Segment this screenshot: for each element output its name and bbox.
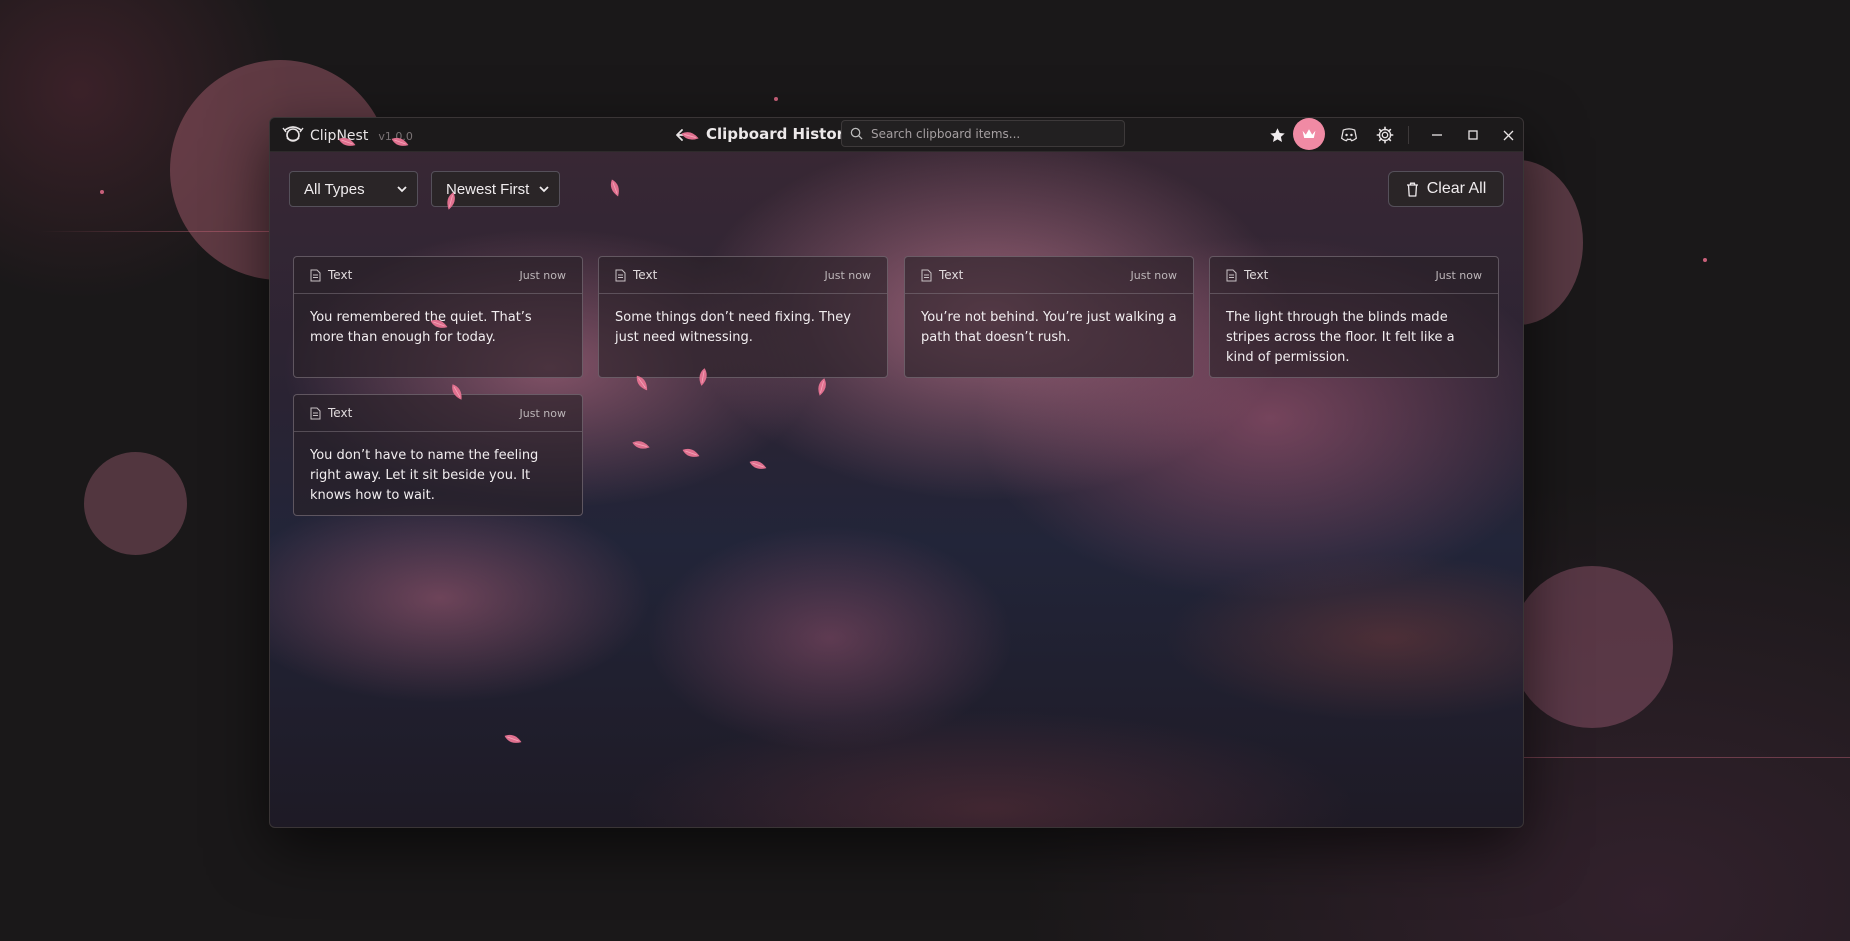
decor-line [40, 231, 270, 232]
maximize-icon [1468, 130, 1478, 140]
clip-card[interactable]: Text Just now You’re not behind. You’re … [904, 256, 1194, 378]
chevron-down-icon [397, 186, 407, 193]
clip-type: Text [1244, 268, 1269, 282]
clip-card-header: Text Just now [1210, 257, 1498, 294]
document-icon [310, 407, 321, 419]
type-filter-select[interactable]: All Types [289, 171, 418, 207]
decor-circle [1511, 566, 1673, 728]
clip-card-header: Text Just now [294, 257, 582, 294]
search-input[interactable] [869, 125, 1113, 142]
maximize-button[interactable] [1462, 124, 1484, 146]
clear-all-button[interactable]: Clear All [1388, 171, 1504, 207]
decor-circle [84, 452, 187, 555]
petal-icon [682, 448, 700, 457]
clip-content: You don’t have to name the feeling right… [310, 448, 539, 503]
clip-timestamp: Just now [519, 406, 566, 420]
clip-timestamp: Just now [519, 268, 566, 282]
clip-type: Text [328, 406, 353, 420]
type-filter-value: All Types [304, 180, 365, 198]
clip-timestamp: Just now [1130, 268, 1177, 282]
clip-type: Text [939, 268, 964, 282]
trash-icon [1406, 182, 1418, 197]
minimize-icon [1432, 134, 1442, 136]
petal-icon [504, 734, 522, 743]
document-icon [921, 269, 932, 281]
search-icon [850, 127, 863, 140]
search-box[interactable] [841, 120, 1125, 147]
clip-card[interactable]: Text Just now You don’t have to name the… [293, 394, 583, 516]
clip-content: The light through the blinds made stripe… [1226, 310, 1455, 365]
toolbar-divider [1408, 126, 1409, 144]
clip-content: You’re not behind. You’re just walking a… [921, 310, 1177, 345]
clip-timestamp: Just now [824, 268, 871, 282]
decor-dot [774, 97, 778, 101]
clip-card[interactable]: Text Just now Some things don’t need fix… [598, 256, 888, 378]
clip-card-header: Text Just now [905, 257, 1193, 294]
petal-icon [632, 441, 650, 449]
discord-icon [1341, 128, 1357, 142]
desktop-background: ClipNest v1.0.0 Clipboard History Search… [0, 0, 1850, 941]
clip-type: Text [328, 268, 353, 282]
petal-icon [818, 378, 826, 396]
close-button[interactable] [1497, 124, 1519, 146]
clip-type: Text [633, 268, 658, 282]
close-icon [1503, 130, 1513, 140]
clip-card[interactable]: Text Just now The light through the blin… [1209, 256, 1499, 378]
clip-card-header: Text Just now [599, 257, 887, 294]
minimize-button[interactable] [1426, 124, 1448, 146]
petal-icon [749, 460, 767, 469]
app-window: ClipNest v1.0.0 Clipboard History Search… [269, 117, 1524, 828]
decor-dot [1703, 258, 1707, 262]
page-title: Clipboard History [706, 125, 854, 143]
clear-all-label: Clear All [1426, 180, 1487, 197]
premium-button[interactable] [1293, 118, 1325, 150]
discord-button[interactable] [1338, 124, 1360, 146]
clip-timestamp: Just now [1435, 268, 1482, 282]
decor-dot [100, 190, 104, 194]
petal-icon [447, 192, 455, 210]
nest-logo-icon [282, 124, 304, 148]
document-icon [1226, 269, 1237, 281]
gear-icon [1376, 126, 1394, 144]
petal-icon [610, 179, 619, 197]
title-bar[interactable]: ClipNest v1.0.0 Clipboard History [270, 118, 1523, 152]
clip-card-header: Text Just now [294, 395, 582, 432]
crown-icon [1302, 129, 1316, 138]
petal-icon [699, 368, 707, 386]
settings-button[interactable] [1374, 124, 1396, 146]
chevron-down-icon [539, 186, 549, 193]
document-icon [615, 269, 626, 281]
document-icon [310, 269, 321, 281]
star-icon [1269, 127, 1285, 142]
decor-line [1522, 757, 1850, 758]
clip-content: Some things don’t need fixing. They just… [615, 310, 851, 345]
favorites-button[interactable] [1266, 124, 1288, 146]
